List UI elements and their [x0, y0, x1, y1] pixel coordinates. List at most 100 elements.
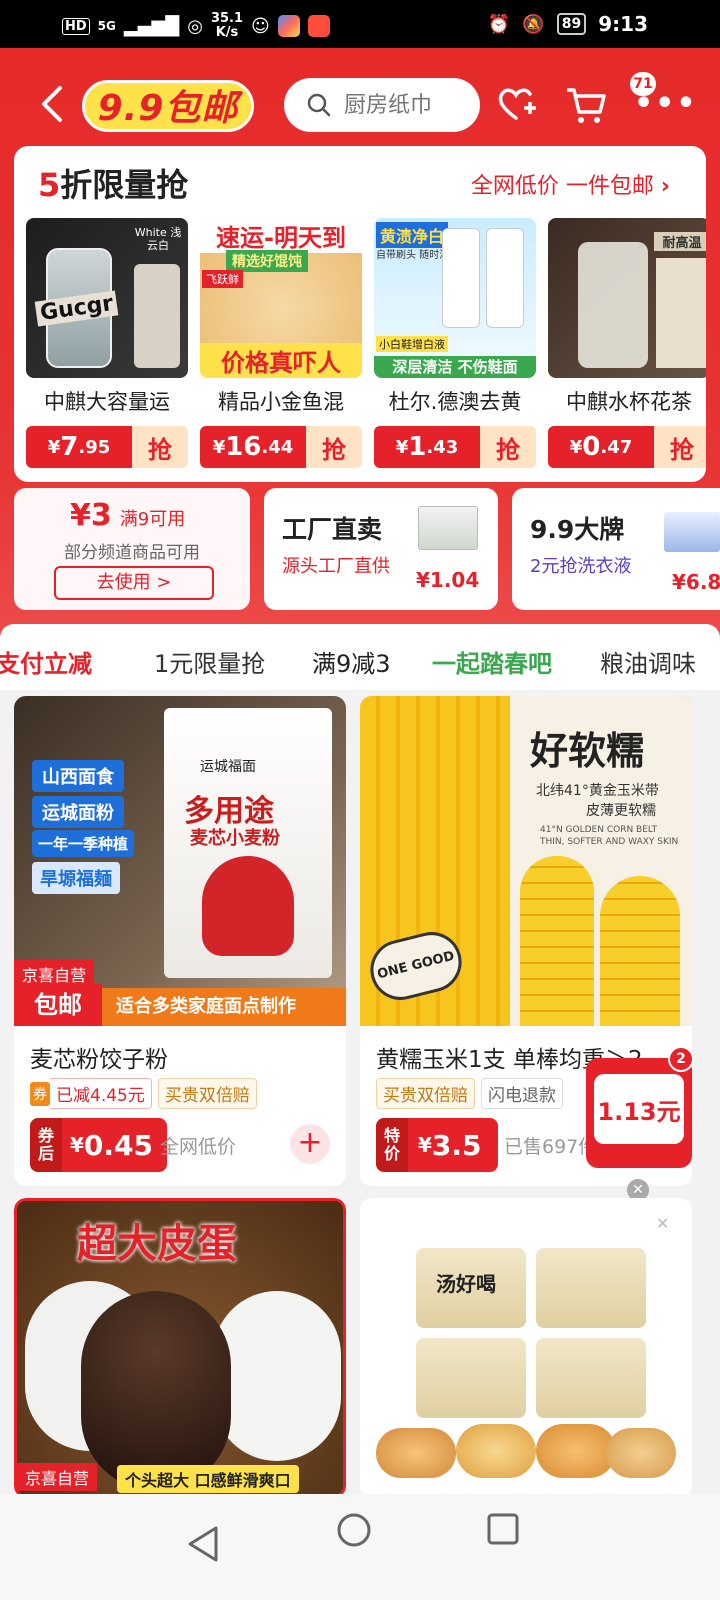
- guarantee-tag: 买贵双倍赔: [157, 1078, 257, 1109]
- more-menu-button[interactable]: •••: [634, 86, 698, 121]
- network-label: 5G: [97, 19, 116, 33]
- circle-home-icon: [337, 1513, 371, 1547]
- battery-icon: 89: [556, 13, 587, 35]
- app-icon-red: [307, 15, 330, 37]
- floating-cart-widget[interactable]: 1.13元 2: [586, 1046, 694, 1168]
- flash-price-button[interactable]: ¥0.47 抢: [548, 426, 706, 468]
- search-box[interactable]: [284, 78, 480, 132]
- tab-grain-oil[interactable]: 粮油调味: [600, 644, 696, 679]
- overlay-sub: 精选好馄饨: [226, 250, 308, 272]
- product-image: 汤好喝: [376, 1238, 676, 1488]
- product-title: 麦芯粉饺子粉: [30, 1047, 168, 1073]
- product-image: 好软糯 北纬41°黄金玉米带 皮薄更软糯 41°N GOLDEN CORN BE…: [360, 696, 692, 1026]
- price-value: ¥3.5: [408, 1118, 498, 1172]
- hd-icon: HD: [62, 17, 90, 35]
- flash-sale-section: 5折限量抢 全网低价 一件包邮 › Gucgr White 浅云白 中麒大容量运…: [14, 146, 706, 482]
- flash-price-button[interactable]: ¥16.44 抢: [200, 426, 362, 468]
- factory-title: 工厂直卖: [282, 515, 383, 544]
- image-label: 运城面粉: [32, 796, 124, 828]
- overlay-label: 飞跃鲜: [202, 270, 243, 288]
- image-label: 山西面食: [32, 760, 124, 792]
- ad-close-button[interactable]: ✕: [656, 1214, 669, 1233]
- flash-price-button[interactable]: ¥7.95 抢: [26, 426, 188, 468]
- bag-brand: 运城福面: [200, 759, 256, 775]
- qq-icon: ☺: [251, 15, 270, 37]
- brand-deal-price: ¥6.8: [672, 570, 720, 594]
- close-icon: ✕: [632, 1182, 644, 1198]
- tab-full-reduction[interactable]: 满9减3: [312, 644, 391, 679]
- add-to-cart-button[interactable]: +: [290, 1124, 330, 1164]
- hotspot-icon: ◎: [187, 15, 203, 37]
- favorite-add-button[interactable]: [494, 82, 538, 126]
- cart-icon: [567, 88, 606, 123]
- cart-button[interactable]: [564, 82, 608, 126]
- product-card[interactable]: 运城福面 多用途 麦芯小麦粉 山西面食 运城面粉 一年一季种植 旱塬福麺 京喜自…: [14, 696, 346, 1186]
- flash-item-name: 中麒水杯花茶: [566, 390, 692, 414]
- price-label: 券后: [30, 1118, 62, 1172]
- image-label: 旱塬福麺: [32, 862, 120, 894]
- close-icon: ✕: [656, 1214, 670, 1233]
- tab-one-yuan[interactable]: 1元限量抢: [154, 644, 265, 679]
- coupon-card[interactable]: ¥3 满9可用 部分频道商品可用 去使用 >: [14, 488, 250, 610]
- image-brand: 汤好喝: [436, 1272, 496, 1296]
- product-card[interactable]: ✕ 汤好喝: [360, 1198, 692, 1498]
- app-icon-colorful: [277, 15, 300, 37]
- back-button[interactable]: [38, 82, 66, 126]
- alarm-icon: ⏰: [487, 13, 511, 35]
- mute-icon: 🔕: [522, 13, 545, 35]
- brand-deal-sub: 2元抢洗衣液: [530, 556, 632, 577]
- nav-back-button[interactable]: [186, 1524, 220, 1568]
- overlay-bottom: 价格真吓人: [200, 343, 362, 378]
- flash-item[interactable]: 耐高温 中麒水杯花茶 ¥0.47 抢: [548, 218, 706, 468]
- search-icon: [307, 93, 331, 117]
- chevron-left-icon: [42, 86, 62, 122]
- flash-sale-title: 5折限量抢: [38, 166, 189, 204]
- use-coupon-button[interactable]: 去使用 >: [54, 566, 214, 600]
- net-speed: 35.1 K/s: [210, 11, 244, 40]
- clock: 9:13: [598, 12, 648, 36]
- brand-logo[interactable]: 9.9包邮: [82, 80, 254, 132]
- nav-recents-button[interactable]: [486, 1512, 520, 1550]
- factory-direct-card[interactable]: 工厂直卖 源头工厂直供 ¥1.04: [264, 488, 498, 610]
- overlay-headline: 速运-明天到: [200, 218, 362, 253]
- image-banner: 个头超大 口感鲜滑爽口: [117, 1465, 299, 1493]
- search-input[interactable]: [344, 92, 474, 118]
- flash-item[interactable]: 黄渍净白 自带刷头 随时洁净 小白鞋增白液 深层清洁 不伤鞋面 杜尔.德澳去黄 …: [374, 218, 536, 468]
- price-value: ¥0.45: [62, 1118, 168, 1172]
- tab-pay-discount[interactable]: 支付立减: [0, 644, 92, 679]
- product-image: 速运-明天到 精选好馄饨 飞跃鲜 价格真吓人: [200, 218, 362, 378]
- image-subtitle-2: 皮薄更软糯: [586, 803, 656, 819]
- square-recents-icon: [487, 1513, 519, 1545]
- image-title: 好软糯: [530, 729, 645, 773]
- flash-item-name: 中麒大容量运: [44, 390, 170, 414]
- product-image: 运城福面 多用途 麦芯小麦粉 山西面食 运城面粉 一年一季种植 旱塬福麺 京喜自…: [14, 696, 346, 1026]
- tag-row: 券 已减4.45元 买贵双倍赔: [30, 1078, 263, 1109]
- flash-item-name: 杜尔.德澳去黄: [388, 390, 522, 414]
- product-card[interactable]: 超大皮蛋 京喜自营 个头超大 口感鲜滑爽口: [14, 1198, 346, 1498]
- bag-subtitle: 麦芯小麦粉: [190, 828, 280, 849]
- chevron-right-icon: ›: [660, 174, 670, 199]
- price-box: 券后 ¥0.45: [30, 1118, 168, 1172]
- flash-price-button[interactable]: ¥1.43 抢: [374, 426, 536, 468]
- flash-item[interactable]: Gucgr White 浅云白 中麒大容量运 ¥7.95 抢: [26, 218, 188, 468]
- sold-count: 已售697件: [504, 1136, 598, 1158]
- flash-item[interactable]: 速运-明天到 精选好馄饨 飞跃鲜 价格真吓人 精品小金鱼混 ¥16.44 抢: [200, 218, 362, 468]
- discount-tag: 已减4.45元: [50, 1078, 152, 1109]
- coupon-amount: ¥3: [70, 498, 112, 533]
- flash-sale-more-link[interactable]: 全网低价 一件包邮 ›: [471, 168, 670, 200]
- nav-home-button[interactable]: [336, 1512, 372, 1552]
- coupon-condition: 满9可用: [119, 509, 186, 530]
- self-operated-badge: 京喜自营: [17, 1463, 98, 1491]
- factory-product-image: [418, 506, 478, 550]
- product-image: 黄渍净白 自带刷头 随时洁净 小白鞋增白液 深层清洁 不伤鞋面: [374, 218, 536, 378]
- brand-deal-title: 9.9大牌: [530, 515, 625, 544]
- coupon-desc: 部分频道商品可用: [64, 543, 200, 563]
- tag-row: 买贵双倍赔 闪电退款: [376, 1078, 569, 1109]
- tab-spring-outing[interactable]: 一起踏春吧: [432, 644, 552, 679]
- overlay-small: 小白鞋增白液: [376, 336, 448, 352]
- image-title: 超大皮蛋: [77, 1221, 237, 1267]
- brand-deal-card[interactable]: 9.9大牌 2元抢洗衣液 ¥6.8: [512, 488, 720, 610]
- brand-stamp: ONE GOOD: [364, 925, 468, 1007]
- product-image: Gucgr White 浅云白: [26, 218, 188, 378]
- brand-product-image: [664, 512, 720, 552]
